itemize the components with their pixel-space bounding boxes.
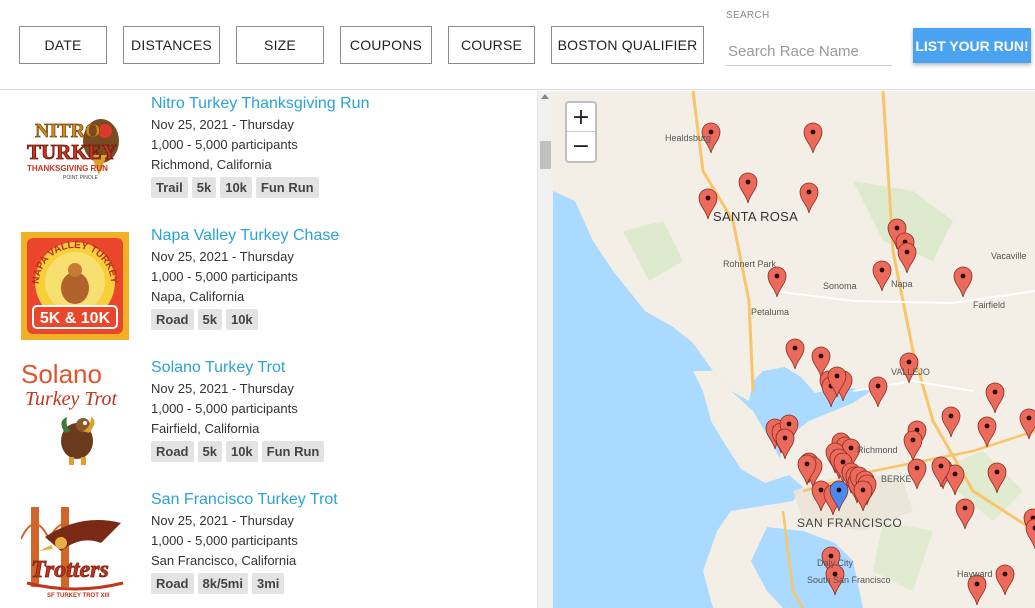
race-tag: 5k — [191, 177, 217, 198]
map-label: Vacaville — [991, 251, 1027, 261]
map-zoom-control: + − — [565, 101, 597, 163]
race-tag: Road — [151, 573, 194, 594]
logo-text: SF TURKEY TROT XIII — [47, 593, 110, 599]
race-participants: 1,000 - 5,000 participants — [151, 533, 298, 548]
map-label: SAN FRANCISCO — [797, 516, 903, 530]
map-label: SANTA ROSA — [713, 209, 799, 224]
list-your-run-button[interactable]: LIST YOUR RUN! — [913, 28, 1031, 63]
course-filter-button[interactable]: COURSE — [448, 26, 535, 64]
race-item[interactable]: Trotters SF TURKEY TROT XIII San Francis… — [0, 491, 537, 608]
map-label: Napa — [891, 279, 913, 289]
race-item[interactable]: NAPA VALLEY TURKEY CHASE 5K & 10K Napa V… — [0, 224, 537, 359]
race-tag: Fun Run — [255, 177, 319, 198]
map-label: Healdsburg — [665, 133, 712, 143]
sf-turkey-trot-logo[interactable]: Trotters SF TURKEY TROT XIII — [20, 499, 129, 607]
race-location: Fairfield, California — [151, 421, 260, 436]
race-participants: 1,000 - 5,000 participants — [151, 137, 298, 152]
race-tag: Trail — [151, 177, 188, 198]
race-tag: 5k — [197, 309, 222, 330]
logo-text: Solano — [21, 361, 102, 389]
map-label: Daly City — [817, 558, 854, 568]
scrollbar-thumb[interactable] — [540, 141, 551, 169]
scroll-up-arrow-icon[interactable] — [541, 94, 549, 99]
race-item[interactable]: NITRO TURKEY THANKSGIVING RUN POINT PINO… — [0, 95, 537, 227]
logo-text: Trotters — [31, 557, 109, 583]
race-item[interactable]: Solano Turkey Trot Solano Turkey Trot No… — [0, 359, 537, 491]
race-tags: Road 8k/5mi 3mi — [151, 573, 285, 594]
zoom-out-button[interactable]: − — [567, 132, 595, 161]
race-participants: 1,000 - 5,000 participants — [151, 269, 298, 284]
race-tag: 8k/5mi — [197, 573, 248, 594]
napa-turkey-chase-logo[interactable]: NAPA VALLEY TURKEY CHASE 5K & 10K — [17, 224, 129, 340]
size-filter-button[interactable]: SIZE — [236, 26, 324, 64]
race-tag: 10k — [225, 309, 258, 330]
race-tag: Road — [151, 309, 194, 330]
race-map[interactable]: Healdsburg SANTA ROSA Rohnert Park Sonom… — [553, 91, 1035, 608]
race-date: Nov 25, 2021 - Thursday — [151, 249, 294, 264]
map-label: Sonoma — [823, 281, 857, 291]
race-title-link[interactable]: Napa Valley Turkey Chase — [151, 227, 339, 245]
race-date: Nov 25, 2021 - Thursday — [151, 117, 294, 132]
logo-text: POINT PINOLE — [63, 175, 99, 181]
search-input[interactable] — [726, 38, 892, 66]
race-location: Richmond, California — [151, 157, 272, 172]
race-tag: 10k — [225, 441, 258, 462]
race-tags: Road 5k 10k Fun Run — [151, 441, 325, 462]
search-label: SEARCH — [726, 10, 770, 21]
date-filter-button[interactable]: DATE — [19, 26, 107, 64]
race-tag: 10k — [220, 177, 252, 198]
race-title-link[interactable]: San Francisco Turkey Trot — [151, 491, 338, 509]
map-label: Richmond — [857, 445, 898, 455]
race-date: Nov 25, 2021 - Thursday — [151, 381, 294, 396]
logo-text: TURKEY — [27, 140, 117, 164]
distances-filter-button[interactable]: DISTANCES — [123, 26, 220, 64]
race-date: Nov 25, 2021 - Thursday — [151, 513, 294, 528]
logo-text: NITRO — [35, 120, 101, 142]
app-root: DATE DISTANCES SIZE COUPONS COURSE BOSTO… — [0, 0, 1035, 608]
zoom-in-button[interactable]: + — [567, 103, 595, 132]
logo-text: Turkey Trot — [25, 388, 117, 410]
race-tags: Road 5k 10k — [151, 309, 258, 330]
race-title-link[interactable]: Solano Turkey Trot — [151, 359, 285, 377]
results-scrollbar[interactable] — [537, 91, 553, 608]
race-location: Napa, California — [151, 289, 245, 304]
logo-text: 5K & 10K — [40, 310, 111, 327]
race-tag: Road — [151, 441, 194, 462]
map-label: Hayward — [957, 569, 993, 579]
nitro-turkey-logo[interactable]: NITRO TURKEY THANKSGIVING RUN POINT PINO… — [21, 95, 129, 203]
race-tag: Fun Run — [261, 441, 325, 462]
race-tags: Trail 5k 10k Fun Run — [151, 177, 319, 198]
map-label: BERKE — [881, 474, 912, 484]
filter-bar: DATE DISTANCES SIZE COUPONS COURSE BOSTO… — [0, 0, 1035, 90]
boston-qualifier-filter-button[interactable]: BOSTON QUALIFIER — [551, 26, 704, 64]
map-label: Fairfield — [973, 300, 1006, 310]
map-canvas[interactable] — [553, 91, 1035, 608]
race-tag: 5k — [197, 441, 222, 462]
map-label: Rohnert Park — [723, 259, 777, 269]
logo-text: THANKSGIVING RUN — [27, 164, 108, 173]
race-results-list: NITRO TURKEY THANKSGIVING RUN POINT PINO… — [0, 91, 537, 608]
race-participants: 1,000 - 5,000 participants — [151, 401, 298, 416]
race-title-link[interactable]: Nitro Turkey Thanksgiving Run — [151, 95, 369, 113]
map-label: South San Francisco — [807, 575, 891, 585]
solano-turkey-trot-logo[interactable]: Solano Turkey Trot — [21, 359, 129, 469]
map-label: Petaluma — [751, 307, 790, 317]
race-location: San Francisco, California — [151, 553, 297, 568]
map-label: VALLEJO — [891, 367, 930, 377]
coupons-filter-button[interactable]: COUPONS — [340, 26, 432, 64]
race-tag: 3mi — [251, 573, 285, 594]
